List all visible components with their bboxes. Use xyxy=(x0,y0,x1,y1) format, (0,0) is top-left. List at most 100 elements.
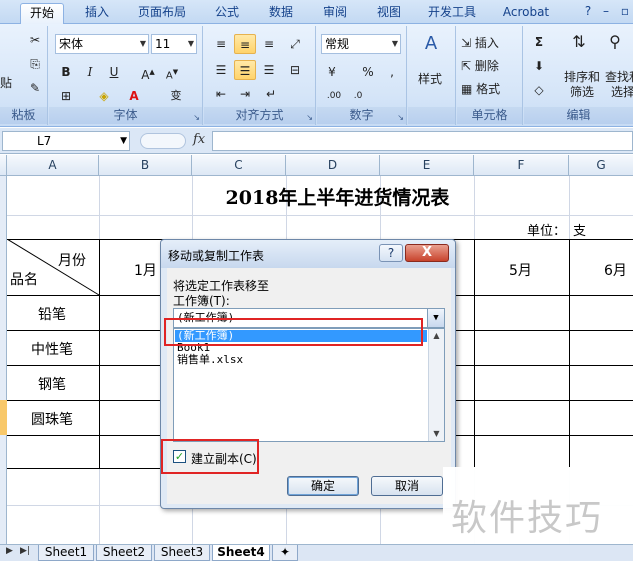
column-header-e[interactable]: E xyxy=(380,155,474,175)
workbook-option-sales[interactable]: 销售单.xlsx xyxy=(175,354,427,366)
percent-button[interactable]: % xyxy=(357,62,379,82)
tab-acrobat[interactable]: Acrobat xyxy=(494,3,558,24)
column-header-g[interactable]: G xyxy=(569,155,633,175)
product-ballpoint-pen: 圆珠笔 xyxy=(31,412,73,428)
group-label-alignment: 对齐方式 xyxy=(204,107,315,124)
align-right-icon[interactable]: ☰ xyxy=(258,60,280,80)
tab-page-layout[interactable]: 页面布局 xyxy=(130,3,194,24)
restore-icon[interactable]: ▫ xyxy=(621,4,629,18)
tab-view[interactable]: 视图 xyxy=(366,3,412,24)
fill-icon[interactable]: ⬇ xyxy=(528,56,550,76)
tab-home[interactable]: 开始 xyxy=(20,3,64,24)
ribbon-window-controls: ? – ▫ xyxy=(577,4,629,18)
font-size-combo[interactable]: 11 ▼ xyxy=(151,34,197,54)
paste-button[interactable]: 贴 xyxy=(0,74,12,91)
tab-review[interactable]: 审阅 xyxy=(312,3,358,24)
underline-button[interactable]: U xyxy=(103,62,125,82)
insert-function-icon[interactable]: fx xyxy=(193,132,205,147)
select-all-corner[interactable] xyxy=(0,155,7,175)
formula-bar-splitter[interactable] xyxy=(140,133,186,149)
shrink-font-icon[interactable]: A▼ xyxy=(161,62,183,82)
align-bottom-icon[interactable]: ≡ xyxy=(258,34,280,54)
sheet-tab-4[interactable]: Sheet4 xyxy=(212,545,270,561)
increase-decimal-icon[interactable]: .00 xyxy=(323,86,345,106)
column-header-c[interactable]: C xyxy=(192,155,286,175)
decrease-decimal-icon[interactable]: .0 xyxy=(347,86,369,106)
styles-button[interactable]: 样式 xyxy=(418,70,442,87)
scroll-down-icon[interactable]: ▼ xyxy=(429,427,444,441)
clear-icon[interactable]: ◇ xyxy=(528,80,550,100)
dialog-titlebar[interactable]: 移动或复制工作表 ? X xyxy=(161,240,455,268)
dialog-help-button[interactable]: ? xyxy=(379,244,403,262)
sheet-tab-bar: ▶ ▶| Sheet1 Sheet2 Sheet3 Sheet4 ✦ xyxy=(0,544,633,561)
active-row-header[interactable] xyxy=(0,400,7,435)
column-header-b[interactable]: B xyxy=(99,155,192,175)
number-format-combo[interactable]: 常规 ▼ xyxy=(321,34,401,54)
chevron-down-icon[interactable]: ▼ xyxy=(427,309,444,327)
alignment-dialog-launcher-icon[interactable]: ↘ xyxy=(306,113,313,122)
currency-icon[interactable]: ¥ xyxy=(321,62,343,82)
tab-insert[interactable]: 插入 xyxy=(74,3,120,24)
tab-data[interactable]: 数据 xyxy=(258,3,304,24)
formula-input[interactable] xyxy=(212,131,633,151)
find-select-button[interactable]: 查找和 选择 xyxy=(605,70,633,100)
ribbon-body: 贴 ✂ ⎘ ✎ 粘板 宋体 ▼ 11 ▼ B I U A▲ A▼ ⊞ ◈ A 变… xyxy=(0,24,633,127)
fill-color-icon[interactable]: ◈ xyxy=(93,86,115,106)
sort-filter-button[interactable]: 排序和 筛选 xyxy=(564,70,600,100)
align-left-icon[interactable]: ☰ xyxy=(210,60,232,80)
font-name-value: 宋体 xyxy=(59,37,84,51)
font-color-icon[interactable]: A xyxy=(123,86,145,106)
insert-cells-button[interactable]: ⇲ 插入 xyxy=(461,34,499,51)
comma-icon[interactable]: , xyxy=(381,62,403,82)
number-dialog-launcher-icon[interactable]: ↘ xyxy=(397,113,404,122)
table-border xyxy=(7,468,160,469)
tab-developer[interactable]: 开发工具 xyxy=(420,3,484,24)
column-header-f[interactable]: F xyxy=(474,155,569,175)
grow-font-icon[interactable]: A▲ xyxy=(137,62,159,82)
sheet-tab-1[interactable]: Sheet1 xyxy=(38,545,94,561)
dialog-close-button[interactable]: X xyxy=(405,244,449,262)
delete-cells-button[interactable]: ⇱ 删除 xyxy=(461,57,499,74)
align-top-icon[interactable]: ≡ xyxy=(210,34,232,54)
highlight-box-workbook xyxy=(164,318,423,346)
sheet-tab-3[interactable]: Sheet3 xyxy=(154,545,210,561)
next-sheet-icon[interactable]: ▶ xyxy=(6,546,13,556)
italic-button[interactable]: I xyxy=(79,62,101,82)
sheet-tab-2[interactable]: Sheet2 xyxy=(96,545,152,561)
cancel-button[interactable]: 取消 xyxy=(371,476,443,496)
insert-sheet-icon[interactable]: ✦ xyxy=(272,545,298,561)
name-box[interactable]: L7 ▼ xyxy=(2,131,130,151)
scroll-up-icon[interactable]: ▲ xyxy=(429,329,444,343)
merge-center-icon[interactable]: ⊟ xyxy=(284,60,306,80)
sort-filter-icon[interactable]: ⇅ xyxy=(568,32,590,52)
column-header-a[interactable]: A xyxy=(7,155,99,175)
last-sheet-icon[interactable]: ▶| xyxy=(20,546,30,556)
font-name-combo[interactable]: 宋体 ▼ xyxy=(55,34,149,54)
group-font: 宋体 ▼ 11 ▼ B I U A▲ A▼ ⊞ ◈ A 变 字体 ↘ xyxy=(49,26,203,125)
column-header-d[interactable]: D xyxy=(286,155,380,175)
decrease-indent-icon[interactable]: ⇤ xyxy=(210,84,232,104)
bold-button[interactable]: B xyxy=(55,62,77,82)
minimize-icon[interactable]: – xyxy=(603,4,609,18)
orientation-icon[interactable]: ⤢ xyxy=(284,34,306,54)
ok-button[interactable]: 确定 xyxy=(287,476,359,496)
list-scrollbar[interactable]: ▲ ▼ xyxy=(428,329,444,441)
styles-icon[interactable]: A xyxy=(420,34,442,54)
phonetic-button[interactable]: 变 xyxy=(159,86,193,106)
find-select-icon[interactable]: ⚲ xyxy=(604,32,626,52)
wrap-text-icon[interactable]: ↵ xyxy=(260,84,282,104)
font-dialog-launcher-icon[interactable]: ↘ xyxy=(193,113,200,122)
help-icon[interactable]: ? xyxy=(585,4,591,18)
align-center-icon[interactable]: ☰ xyxy=(234,60,256,80)
tab-formulas[interactable]: 公式 xyxy=(204,3,250,24)
unit-value: 支 xyxy=(573,224,587,239)
cut-icon[interactable]: ✂ xyxy=(24,30,46,50)
align-middle-icon[interactable]: ≡ xyxy=(234,34,256,54)
format-cells-button[interactable]: ▦ 格式 xyxy=(461,80,500,97)
autosum-icon[interactable]: Σ xyxy=(528,32,550,52)
row-headers[interactable] xyxy=(0,176,7,544)
borders-icon[interactable]: ⊞ xyxy=(55,86,77,106)
copy-icon[interactable]: ⎘ xyxy=(24,54,46,74)
increase-indent-icon[interactable]: ⇥ xyxy=(234,84,256,104)
format-painter-icon[interactable]: ✎ xyxy=(24,78,46,98)
